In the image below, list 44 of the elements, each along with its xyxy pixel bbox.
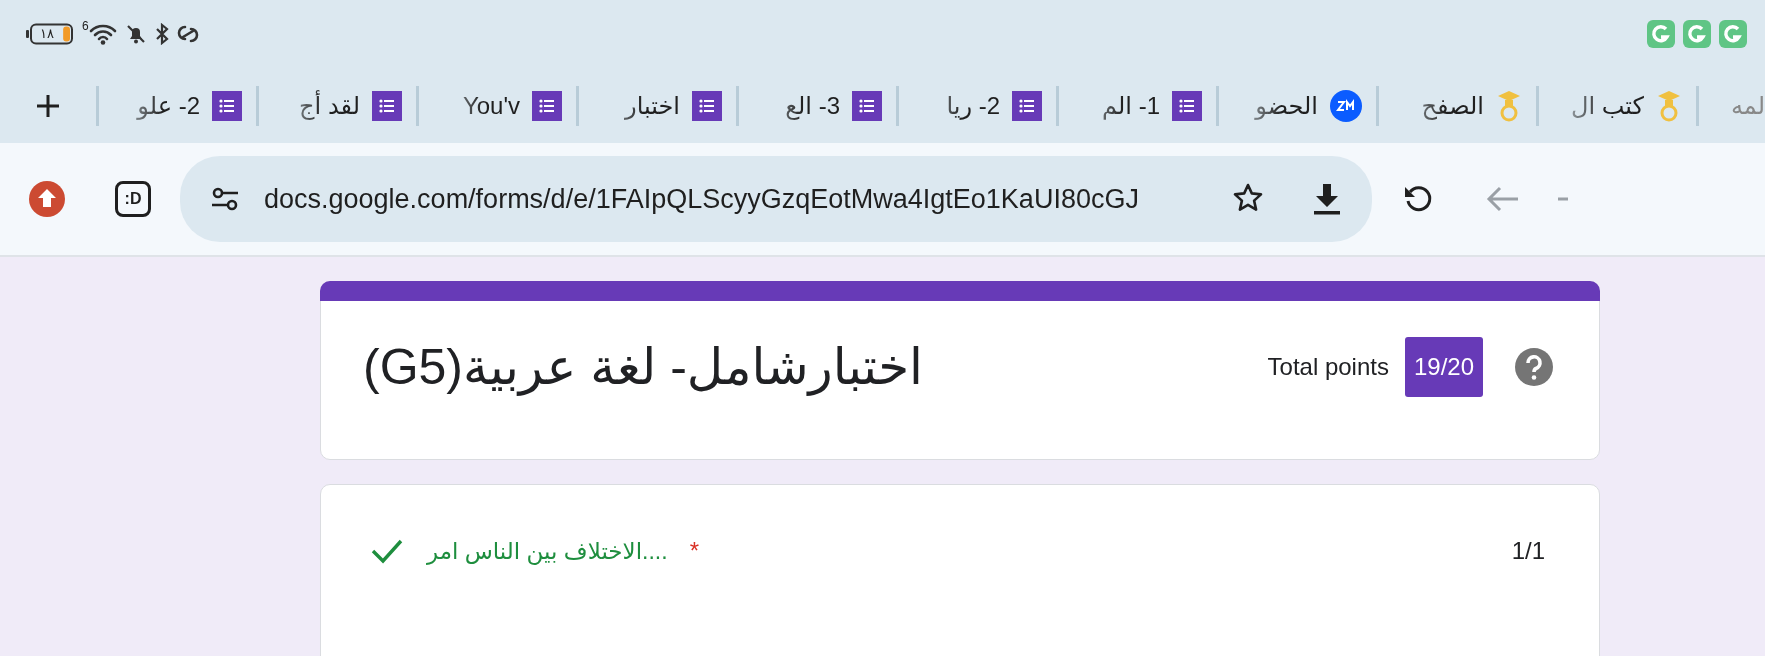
form-icon (692, 90, 722, 121)
form-icon (1172, 90, 1202, 121)
tab[interactable]: 3- الع (736, 85, 896, 126)
form-icon (372, 90, 402, 121)
battery-percentage: ١٨ (40, 25, 54, 44)
tab[interactable]: الحضو (1216, 85, 1376, 126)
tab[interactable]: كتب ال (1536, 85, 1696, 126)
extension-icon (1719, 20, 1747, 48)
muted-bell-icon (124, 23, 147, 45)
battery-icon (26, 23, 74, 45)
bluetooth-icon (154, 23, 169, 45)
tab[interactable]: لقد أج (256, 85, 416, 126)
question-score: 1/1 (1511, 536, 1545, 566)
form-icon (852, 90, 882, 121)
tab[interactable]: 2- ريا (896, 85, 1056, 126)
tab[interactable]: You'v (416, 85, 576, 126)
question-text: ....الاختلاف بين الناس امر (427, 536, 668, 567)
chain-link-icon (176, 23, 199, 45)
score-badge: 19/20 (1404, 337, 1483, 397)
form-icon (1012, 90, 1042, 121)
graduation-cap-icon (1656, 88, 1682, 123)
extension-icon (1683, 20, 1711, 48)
network-type: 6 (82, 18, 89, 35)
profile-button[interactable]: :D (115, 181, 151, 217)
form-title: اختبارشامل- لغة عربية(G5) (363, 338, 923, 397)
graduation-cap-icon (1496, 88, 1522, 123)
wifi-icon (88, 23, 117, 45)
total-points-label: Total points (1267, 352, 1389, 382)
tab[interactable]: 2- علو (96, 85, 256, 126)
required-asterisk: * (689, 536, 699, 566)
extension-icon (1647, 20, 1675, 48)
tab[interactable]: الصفح (1376, 85, 1536, 126)
address-bar[interactable]: docs.google.com/forms/d/e/1FAIpQLScyyGzqEotMwa4IgtEo1KaUI80cGJ (180, 156, 1372, 242)
help-icon[interactable] (1515, 348, 1553, 386)
star-icon[interactable] (1232, 182, 1264, 214)
url-text: docs.google.com/forms/d/e/1FAIpQLScyyGzqEotMwa4IgtEo1KaUI80cGJ (264, 183, 1139, 214)
tune-icon[interactable] (210, 186, 240, 212)
plus-icon (35, 92, 61, 119)
form-icon (532, 90, 562, 121)
form-icon (212, 90, 242, 121)
tab[interactable]: اختبار (576, 85, 736, 126)
tab[interactable]: 1- الم (1056, 85, 1216, 126)
video-app-icon (1330, 89, 1362, 122)
download-icon[interactable] (1312, 182, 1342, 216)
